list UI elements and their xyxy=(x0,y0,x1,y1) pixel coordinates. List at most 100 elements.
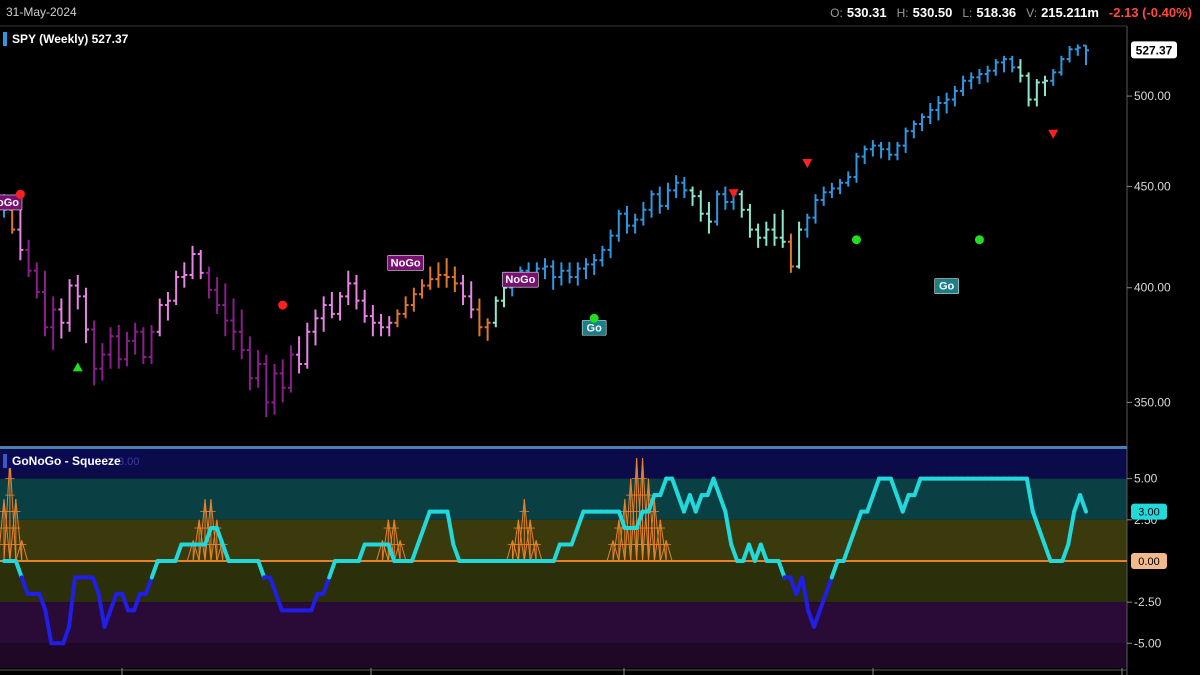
ohlc-bar xyxy=(427,266,434,290)
signal-triangle-down xyxy=(1048,129,1059,139)
ohlc-bar xyxy=(148,325,155,364)
ohlc-bar xyxy=(1058,55,1065,76)
ohlc-bar xyxy=(976,69,983,85)
ohlc-bar xyxy=(197,249,204,280)
ohlc-bar xyxy=(705,201,712,234)
oscillator-title-value: 3.00 xyxy=(118,456,139,468)
ohlc-bar xyxy=(33,262,40,299)
oscillator-band-3 xyxy=(0,560,1127,603)
ohlc-bar xyxy=(919,113,926,132)
signal-dot xyxy=(589,313,599,323)
ohlc-bar xyxy=(935,96,942,121)
ohlc-bar xyxy=(1009,55,1016,73)
ohlc-bar xyxy=(460,274,467,306)
nogo-label: NoGo xyxy=(387,255,424,271)
chart-canvas[interactable]: 350.00400.00450.00500.00 5.002.50-2.50-5… xyxy=(0,0,1200,675)
ohlc-bar xyxy=(951,85,958,107)
ohlc-bar xyxy=(156,298,163,337)
ohlc-bar xyxy=(804,213,811,238)
oscillator-band-0 xyxy=(0,449,1127,479)
ohlc-bar xyxy=(820,186,827,206)
ohlc-bar xyxy=(58,298,65,339)
signal-triangle-down xyxy=(728,189,739,199)
ohlc-bar xyxy=(99,343,106,381)
ohlc-bar xyxy=(656,186,663,214)
ohlc-bar xyxy=(615,209,622,242)
ohlc-bar xyxy=(673,175,680,199)
ohlc-bar xyxy=(853,152,860,183)
ohlc-bar xyxy=(894,141,901,161)
ohlc-bar xyxy=(492,296,499,328)
ohlc-bar xyxy=(25,239,32,278)
ohlc-bar xyxy=(607,229,614,259)
ohlc-bar xyxy=(304,322,311,369)
ohlc-bar xyxy=(66,279,73,332)
last-price-label: 527.37 xyxy=(1136,43,1173,57)
ohlc-bar xyxy=(910,120,917,139)
label-text: NoGo xyxy=(391,257,421,269)
price-tick-label: 400.00 xyxy=(1134,281,1171,295)
price-tick-label: 500.00 xyxy=(1134,89,1171,103)
ohlc-bar xyxy=(410,287,417,312)
ohlc-bar xyxy=(689,186,696,206)
label-text: Go xyxy=(939,281,955,293)
ohlc-bar xyxy=(115,325,122,369)
price-bars xyxy=(1,44,1089,418)
price-chart-title: SPY (Weekly) 527.37 xyxy=(12,32,129,46)
ohlc-bar xyxy=(50,296,57,351)
ohlc-bar xyxy=(230,298,237,351)
ohlc-bar xyxy=(271,363,278,415)
label-text: NoGo xyxy=(505,274,535,286)
ohlc-bar xyxy=(41,270,48,337)
ohlc-bar xyxy=(394,309,401,328)
price-title-marker xyxy=(3,32,7,46)
ohlc-bar xyxy=(664,182,671,210)
ohlc-bar xyxy=(1083,44,1089,66)
price-tick-label: 350.00 xyxy=(1134,395,1171,409)
ohlc-bar xyxy=(17,209,24,261)
ohlc-bar xyxy=(632,213,639,234)
oscillator-tick-label: 5.00 xyxy=(1134,472,1158,486)
ohlc-bar xyxy=(591,254,598,275)
ohlc-bar xyxy=(902,127,909,153)
ohlc-bar xyxy=(279,359,286,403)
price-axis-ticks: 350.00 400.00 450.00 500.00 xyxy=(1127,89,1171,409)
signal-dot xyxy=(974,235,984,245)
ohlc-bar xyxy=(246,336,253,391)
ohlc-bar xyxy=(771,213,778,246)
oscillator-title-marker xyxy=(3,454,7,468)
ohlc-bar xyxy=(1033,79,1040,107)
oscillator-tick-label: -5.00 xyxy=(1134,636,1162,650)
ohlc-bar xyxy=(476,298,483,337)
ohlc-bar xyxy=(722,186,729,210)
ohlc-bar xyxy=(337,292,344,321)
oscillator-tick-label: -2.50 xyxy=(1134,595,1162,609)
ohlc-bar xyxy=(714,190,721,226)
ohlc-bar xyxy=(582,258,589,280)
ohlc-bar xyxy=(353,274,360,310)
ohlc-bar xyxy=(599,245,606,267)
ohlc-bar xyxy=(140,327,147,364)
ohlc-bar xyxy=(1050,69,1057,86)
label-text: NoGo xyxy=(0,197,19,209)
signal-markers xyxy=(15,129,1059,372)
ohlc-bar xyxy=(878,141,885,159)
ohlc-bar xyxy=(746,203,753,238)
ohlc-bar xyxy=(361,289,368,323)
ohlc-bar xyxy=(681,177,688,199)
ohlc-bar xyxy=(263,354,270,418)
ohlc-bar xyxy=(558,262,565,286)
go-label: Go xyxy=(934,278,959,294)
signal-dot xyxy=(15,189,25,199)
ohlc-bar xyxy=(132,322,139,355)
ohlc-bar xyxy=(320,296,327,332)
ohlc-bar xyxy=(779,209,786,248)
signal-triangle-up xyxy=(72,362,83,372)
ohlc-bar xyxy=(468,281,475,319)
ohlc-bar xyxy=(968,72,975,90)
ohlc-bar xyxy=(82,287,89,344)
ohlc-bar xyxy=(386,316,393,337)
ohlc-bar xyxy=(1017,59,1024,83)
ohlc-bar xyxy=(869,140,876,157)
ohlc-bar xyxy=(738,190,745,218)
